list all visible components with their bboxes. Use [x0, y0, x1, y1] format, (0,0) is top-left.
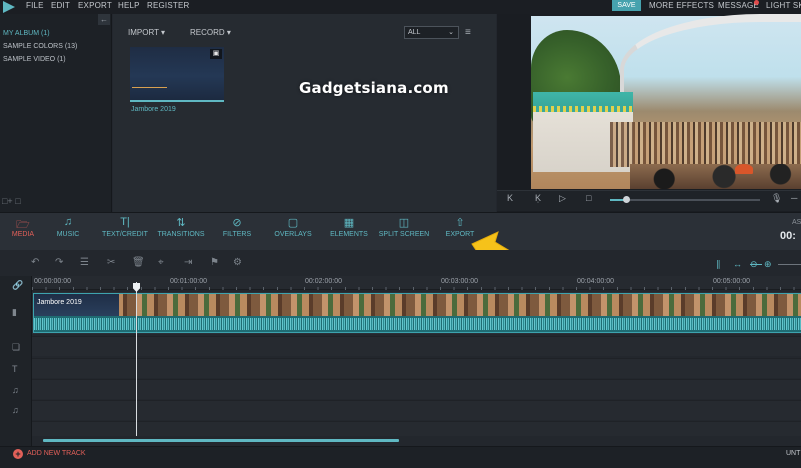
- thumbnail-horizon: [132, 87, 167, 88]
- zoom-in-icon[interactable]: ⊕: [764, 259, 772, 270]
- stop-icon[interactable]: □: [586, 193, 591, 203]
- save-button[interactable]: SAVE: [612, 0, 641, 11]
- aspect-label: AS: [792, 219, 801, 226]
- playhead-line: [136, 282, 137, 436]
- music-track-icon: ♫: [12, 385, 19, 395]
- overlay-track: [32, 336, 801, 356]
- timeline-scrollbar[interactable]: [43, 439, 399, 442]
- link-icon[interactable]: 🔗: [12, 280, 23, 291]
- tab-filters[interactable]: ⊘ FILTERS: [221, 216, 253, 238]
- text-track-icon: T: [12, 364, 18, 374]
- filmora-logo-icon: [3, 1, 15, 13]
- clip-waveform: [34, 318, 801, 330]
- music-track: [32, 379, 801, 399]
- video-track-icon: ▮: [12, 307, 17, 317]
- preview-seek-bar[interactable]: [610, 199, 760, 201]
- text-icon: T|: [120, 216, 130, 228]
- split-screen-icon: ◫: [398, 217, 410, 229]
- crop-icon[interactable]: ⌖: [158, 257, 164, 268]
- preview-crowd: [610, 122, 801, 167]
- microphone-icon[interactable]: 🎙: [771, 193, 782, 204]
- tab-music[interactable]: ♫ MUSIC: [52, 216, 84, 238]
- time-readout: 00:: [780, 230, 796, 242]
- filter-icon: ⊘: [232, 217, 242, 229]
- fullscreen-icon[interactable]: ─: [791, 193, 797, 203]
- ruler-ticks: [32, 287, 801, 290]
- light-skin-toggle[interactable]: LIGHT SK: [766, 1, 801, 10]
- step-back-icon[interactable]: Ḳ: [535, 193, 541, 203]
- audio-mixer-icon[interactable]: ∥: [716, 259, 721, 270]
- overlay-track-icon: ❏: [12, 342, 21, 352]
- ruler-label: 00:01:00:00: [170, 278, 207, 285]
- tab-text-credit[interactable]: T| TEXT/CREDIT: [100, 216, 150, 238]
- project-name: UNT: [786, 450, 801, 457]
- menu-help[interactable]: HELP: [118, 1, 140, 10]
- watermark-text: Gadgetsiana.com: [299, 79, 449, 97]
- add-folder-icon[interactable]: □+ □: [2, 196, 21, 206]
- image-icon: ▦: [343, 217, 355, 229]
- undo-icon[interactable]: ↶: [31, 257, 39, 268]
- ruler-label: 00:00:00:00: [34, 278, 71, 285]
- folder-icon: 🗁: [16, 219, 30, 231]
- preview-red-cap: [735, 164, 753, 174]
- ruler-label: 00:02:00:00: [305, 278, 342, 285]
- ruler-label: 00:05:00:00: [713, 278, 750, 285]
- audio-track: [32, 400, 801, 420]
- tab-transitions[interactable]: ⇅ TRANSITIONS: [155, 216, 207, 238]
- audio-track-icon: ♫: [12, 405, 19, 415]
- collapse-sidebar-icon[interactable]: ←: [98, 14, 110, 25]
- tab-overlays[interactable]: ▢ OVERLAYS: [272, 216, 314, 238]
- fit-timeline-icon[interactable]: ↔: [733, 259, 742, 269]
- music-note-icon: ♫: [63, 216, 73, 228]
- tab-media[interactable]: 🗁 MEDIA: [8, 216, 38, 238]
- clip-filmstrip: [34, 294, 801, 316]
- timeline-edit-bar: [0, 251, 801, 276]
- timeline-footer: [0, 446, 801, 468]
- zoom-slider[interactable]: [778, 264, 801, 265]
- ruler-label: 00:03:00:00: [441, 278, 478, 285]
- video-camera-icon: ▣: [210, 49, 222, 59]
- media-filter-select[interactable]: ALL ⌄: [404, 26, 459, 39]
- marker-icon[interactable]: ⚑: [210, 257, 219, 268]
- message-link[interactable]: MESSAGE: [718, 1, 759, 10]
- play-icon[interactable]: ▷: [559, 193, 566, 204]
- clip-label: Jambore 2019: [37, 299, 82, 306]
- track-header-column: [0, 276, 32, 446]
- zoom-slider-fill: [750, 264, 762, 265]
- text-track: [32, 358, 801, 378]
- skip-back-icon[interactable]: K: [507, 193, 513, 203]
- media-library-panel: [113, 14, 496, 212]
- cut-icon[interactable]: ✂: [107, 257, 115, 268]
- notification-dot: [754, 0, 759, 5]
- menu-export[interactable]: EXPORT: [78, 1, 112, 10]
- album-sample-video[interactable]: SAMPLE VIDEO (1): [3, 56, 66, 63]
- album-sample-colors[interactable]: SAMPLE COLORS (13): [3, 43, 77, 50]
- redo-icon[interactable]: ↷: [55, 257, 63, 268]
- menu-edit[interactable]: EDIT: [51, 1, 70, 10]
- adjust-icon[interactable]: ☰: [80, 257, 89, 268]
- empty-track: [32, 421, 801, 436]
- menu-file[interactable]: FILE: [26, 1, 44, 10]
- list-view-icon[interactable]: ≡: [465, 27, 471, 38]
- import-dropdown[interactable]: IMPORT ▾: [128, 28, 165, 37]
- add-new-track-button[interactable]: ADD NEW TRACK: [27, 450, 86, 457]
- preview-crowd-front: [630, 164, 801, 189]
- preview-tent-fringe: [533, 106, 633, 112]
- overlay-icon: ▢: [287, 217, 299, 229]
- tab-split-screen[interactable]: ◫ SPLIT SCREEN: [377, 216, 431, 238]
- add-track-icon[interactable]: +: [13, 449, 23, 459]
- detach-icon[interactable]: ⇥: [184, 257, 192, 268]
- menu-register[interactable]: REGISTER: [147, 1, 190, 10]
- delete-icon[interactable]: 🗑: [132, 257, 145, 268]
- thumbnail-label: Jambore 2019: [131, 106, 176, 113]
- transition-icon: ⇅: [176, 217, 186, 229]
- album-my-album[interactable]: MY ALBUM (1): [3, 30, 50, 37]
- ruler-label: 00:04:00:00: [577, 278, 614, 285]
- tab-elements[interactable]: ▦ ELEMENTS: [328, 216, 370, 238]
- more-effects-link[interactable]: MORE EFFECTS: [649, 1, 714, 10]
- record-dropdown[interactable]: RECORD ▾: [190, 28, 231, 37]
- speed-icon[interactable]: ⚙: [233, 257, 242, 268]
- preview-seek-handle[interactable]: [623, 196, 630, 203]
